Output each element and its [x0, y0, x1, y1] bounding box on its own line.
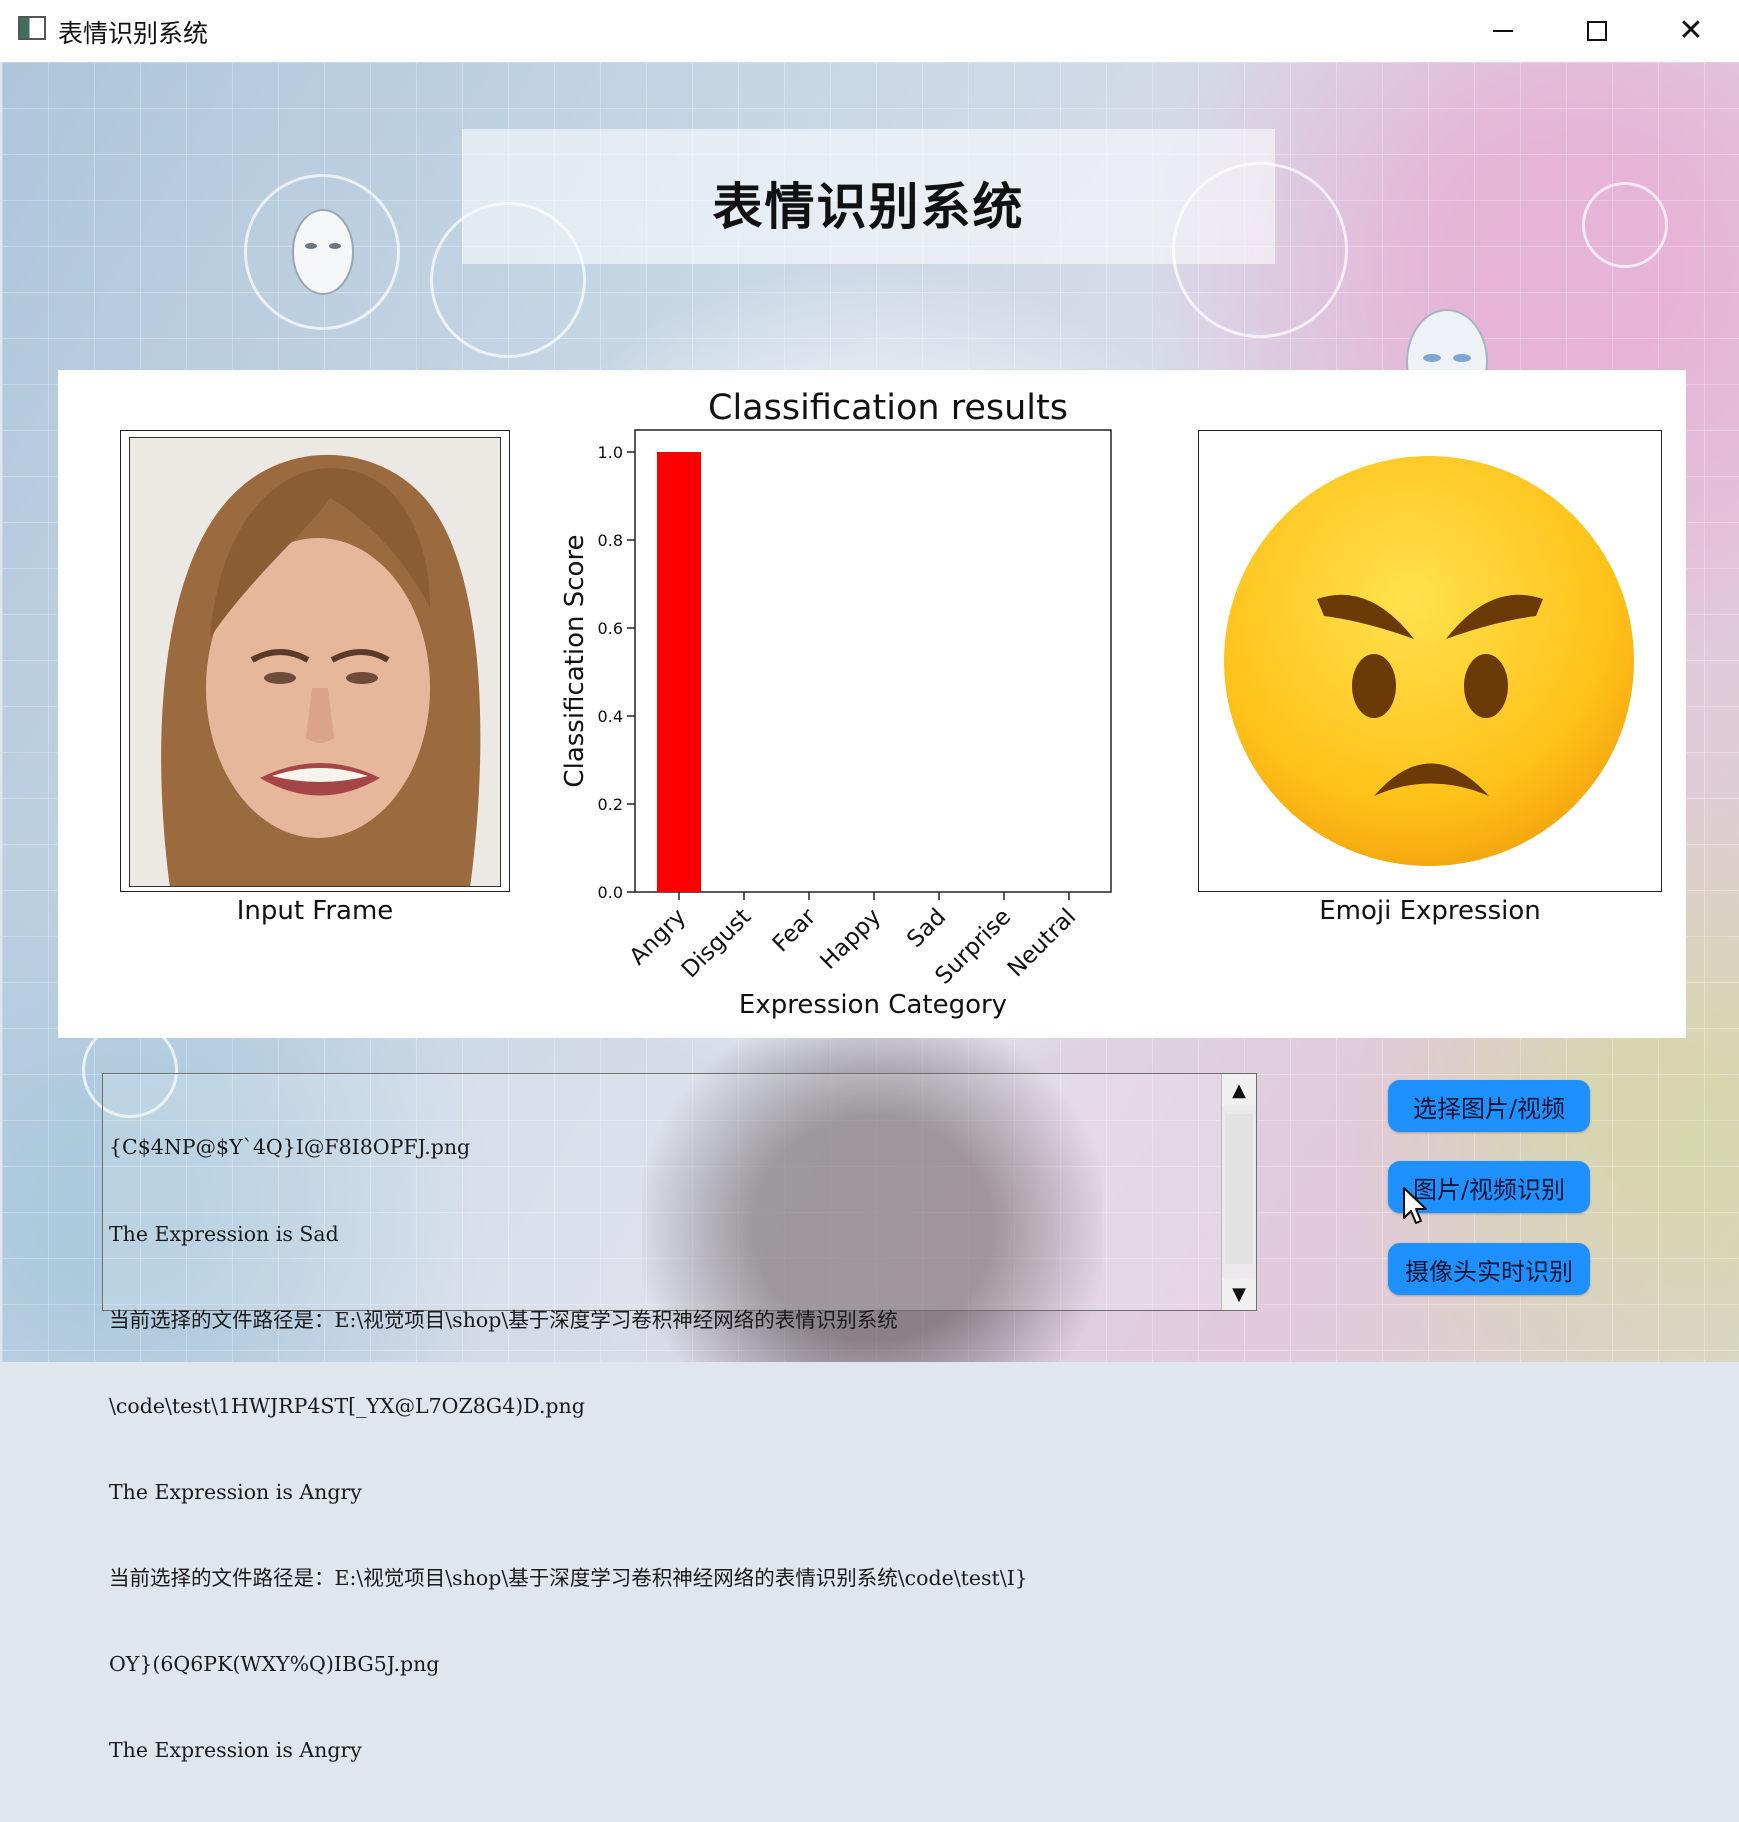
log-line: 当前选择的文件路径是：E:\视觉项目\shop\基于深度学习卷积神经网络的表情识… [109, 1565, 1028, 1590]
log-line: The Expression is Sad [109, 1221, 339, 1246]
y-tick-label: 0.6 [598, 619, 623, 638]
angry-face-icon [1224, 456, 1634, 866]
scroll-thumb[interactable] [1225, 1114, 1253, 1264]
log-line: \code\test\1HWJRP4ST[_YX@L7OZ8G4)D.png [109, 1393, 585, 1418]
y-tick-label: 0.2 [598, 795, 623, 814]
chart-bar [657, 452, 701, 892]
log-output[interactable]: {C$4NP@$Y`4Q}I@F8I8OPFJ.png The Expressi… [102, 1073, 1257, 1762]
close-button[interactable]: ✕ [1645, 0, 1737, 62]
window-title: 表情识别系统 [58, 19, 209, 48]
scroll-up-icon[interactable]: ▲ [1222, 1074, 1256, 1106]
y-tick-label: 0.4 [598, 707, 623, 726]
x-tick-label: Fear [768, 903, 822, 957]
log-line: The Expression is Angry [109, 1738, 362, 1763]
select-media-button[interactable]: 选择图片/视频 [1388, 1080, 1590, 1132]
minimize-icon [1493, 30, 1513, 32]
mask-face-icon [292, 209, 354, 295]
y-axis-label: Classification Score [560, 534, 590, 787]
log-line: The Expression is Angry [109, 1479, 362, 1504]
log-line: 当前选择的文件路径是：E:\视觉项目\shop\基于深度学习卷积神经网络的表情识… [109, 1307, 898, 1332]
app-icon [18, 16, 46, 40]
decorative-ring [1582, 182, 1668, 268]
maximize-icon [1587, 21, 1607, 41]
x-tick-label: Sad [902, 904, 951, 953]
x-axis-label: Expression Category [739, 990, 1007, 1020]
maximize-button[interactable] [1551, 0, 1643, 62]
y-tick-label: 0.0 [598, 883, 623, 902]
title-panel: 表情识别系统 [462, 129, 1275, 264]
log-line: OY}(6Q6PK(WXY%Q)IBG5J.png [109, 1652, 440, 1677]
log-scrollbar[interactable]: ▲ ▼ [1221, 1074, 1256, 1310]
log-line: {C$4NP@$Y`4Q}I@F8I8OPFJ.png [109, 1135, 471, 1160]
mouse-cursor-icon [1403, 1187, 1427, 1224]
x-tick-label: Disgust [677, 904, 756, 983]
window-titlebar: 表情识别系统 ✕ [0, 0, 1739, 63]
x-tick-label: Neutral [1003, 904, 1081, 982]
minimize-button[interactable] [1457, 0, 1549, 62]
emoji-expression-label: Emoji Expression [1319, 896, 1541, 926]
log-text: {C$4NP@$Y`4Q}I@F8I8OPFJ.png The Expressi… [109, 1076, 1219, 1822]
y-tick-label: 0.8 [598, 531, 623, 550]
x-tick-label: Happy [815, 904, 886, 975]
page-title: 表情识别系统 [712, 178, 1025, 236]
chart-plot-area [634, 429, 1112, 893]
emoji-box [1198, 430, 1662, 892]
close-icon: ✕ [1678, 13, 1704, 48]
scroll-down-icon[interactable]: ▼ [1222, 1278, 1256, 1310]
y-tick-label: 1.0 [598, 443, 623, 462]
result-panel: Input Frame Classification results 0.0 0.… [58, 370, 1686, 1038]
camera-realtime-button[interactable]: 摄像头实时识别 [1388, 1243, 1590, 1295]
